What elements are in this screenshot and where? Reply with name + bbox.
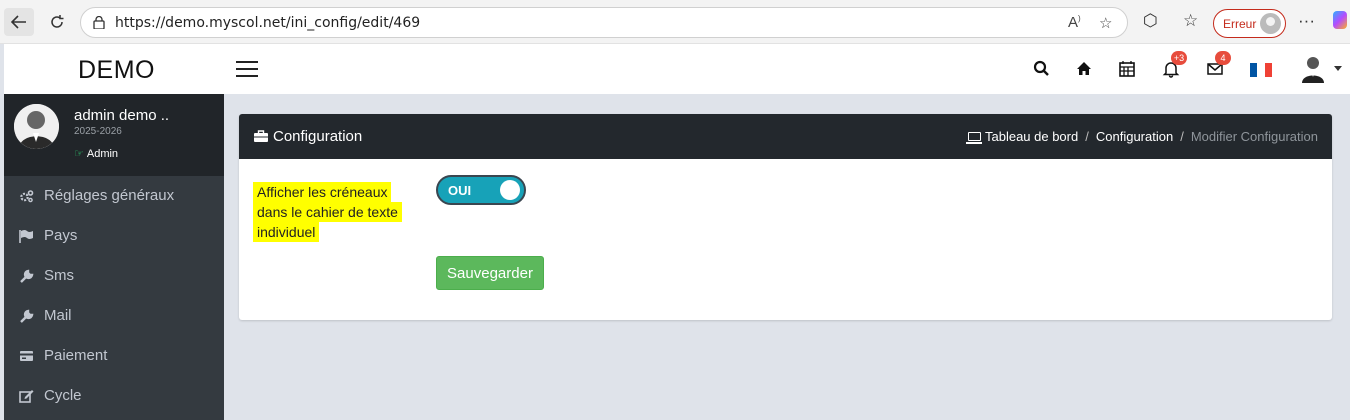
sidebar-item-label: Mail <box>44 307 72 324</box>
read-aloud-icon[interactable]: A) <box>1068 14 1081 31</box>
flag-icon <box>19 230 33 243</box>
reload-icon <box>51 15 64 28</box>
messages-button[interactable]: 4 <box>1206 51 1231 78</box>
breadcrumb-dashboard[interactable]: Tableau de bord <box>985 129 1078 144</box>
sidebar-item-sms[interactable]: Sms <box>4 256 224 296</box>
display-slots-toggle[interactable]: OUI <box>436 175 526 205</box>
favorite-star-icon[interactable]: ☆ <box>1099 14 1112 32</box>
address-bar[interactable]: https://demo.myscol.net/ini_config/edit/… <box>80 7 1128 38</box>
field-label-line: Afficher les créneaux <box>253 182 392 202</box>
edit-icon <box>19 390 34 403</box>
hand-point-right-icon: ☞ <box>74 148 84 160</box>
breadcrumb: Tableau de bord / Configuration / Modifier C… <box>965 129 1318 144</box>
more-options-icon[interactable]: ··· <box>1298 11 1315 31</box>
breadcrumb-current: Modifier Configuration <box>1190 129 1318 144</box>
user-menu-caret-icon[interactable] <box>1334 66 1342 71</box>
configuration-card: Configuration Tableau de bord / Configurat… <box>239 114 1332 320</box>
sidebar-item-pays[interactable]: Pays <box>4 216 224 256</box>
notifications-badge: +3 <box>1171 51 1187 65</box>
profile-year: 2025-2026 <box>74 126 122 137</box>
page-title: Configuration <box>273 128 363 145</box>
breadcrumb-separator: / <box>1180 129 1184 144</box>
menu-toggle-icon[interactable] <box>236 61 258 77</box>
app-header: DEMO +3 4 <box>4 44 1350 94</box>
sidebar-item-paiement[interactable]: Paiement <box>4 336 224 376</box>
sidebar-item-label: Cycle <box>44 387 82 404</box>
sidebar-item-label: Réglages généraux <box>44 187 175 204</box>
toggle-knob <box>500 180 520 200</box>
search-icon[interactable] <box>1033 60 1051 78</box>
breadcrumb-separator: / <box>1085 129 1089 144</box>
toggle-state-label: OUI <box>448 183 472 198</box>
wrench-icon <box>20 269 34 283</box>
field-label-line: dans le cahier de texte <box>253 202 402 222</box>
sidebar-item-reglages-generaux[interactable]: Réglages généraux <box>4 176 224 216</box>
reload-button[interactable] <box>42 8 72 36</box>
sidebar-item-label: Pays <box>44 227 78 244</box>
avatar[interactable] <box>14 104 59 149</box>
arrow-left-icon <box>11 15 26 29</box>
notifications-button[interactable]: +3 <box>1162 51 1187 78</box>
card-header: Configuration Tableau de bord / Configurat… <box>239 114 1332 159</box>
messages-badge: 4 <box>1215 51 1231 65</box>
field-label-line: individuel <box>253 222 320 242</box>
profile-name[interactable]: admin demo .. <box>74 107 169 124</box>
browser-toolbar: https://demo.myscol.net/ini_config/edit/… <box>0 0 1350 44</box>
field-label: Afficher les créneaux dans le cahier de … <box>253 182 402 242</box>
calendar-icon[interactable] <box>1118 60 1136 78</box>
back-button[interactable] <box>4 8 34 36</box>
sidebar: admin demo .. 2025-2026 ☞ Admin Réglages … <box>4 94 224 420</box>
sidebar-profile: admin demo .. 2025-2026 ☞ Admin <box>4 94 224 176</box>
brand-logo[interactable]: DEMO <box>78 56 155 85</box>
user-avatar-icon <box>14 104 59 149</box>
briefcase-icon <box>254 130 268 142</box>
sidebar-item-mail[interactable]: Mail <box>4 296 224 336</box>
url-text: https://demo.myscol.net/ini_config/edit/… <box>115 15 421 31</box>
profile-role: ☞ Admin <box>74 147 118 160</box>
home-icon[interactable] <box>1075 60 1093 78</box>
profile-error-pill[interactable]: Erreur <box>1213 9 1286 38</box>
extensions-icon[interactable]: ⬡ <box>1143 11 1158 31</box>
lock-icon <box>93 16 105 29</box>
copilot-icon[interactable] <box>1333 11 1347 29</box>
user-avatar-icon[interactable] <box>1300 55 1326 83</box>
laptop-icon <box>965 132 982 144</box>
sidebar-item-label: Sms <box>44 267 74 284</box>
error-label: Erreur <box>1223 17 1257 31</box>
profile-role-label: Admin <box>86 148 119 160</box>
sidebar-item-label: Paiement <box>44 347 108 364</box>
france-flag-icon[interactable] <box>1250 63 1272 77</box>
browser-avatar-icon <box>1260 13 1281 34</box>
wrench-icon <box>20 309 34 323</box>
credit-card-icon <box>20 351 33 361</box>
save-button[interactable]: Sauvegarder <box>436 256 544 290</box>
favorites-icon[interactable]: ☆ <box>1183 11 1198 31</box>
sidebar-item-cycle[interactable]: Cycle <box>4 376 224 416</box>
cogs-icon <box>20 190 34 203</box>
breadcrumb-configuration[interactable]: Configuration <box>1096 129 1173 144</box>
